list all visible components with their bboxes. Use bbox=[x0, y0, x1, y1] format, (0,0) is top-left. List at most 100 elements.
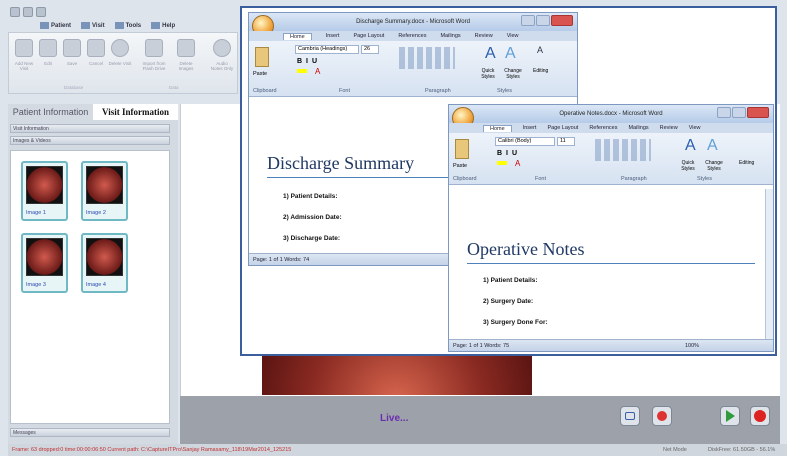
vertical-scrollbar[interactable] bbox=[765, 189, 773, 339]
format-buttons[interactable]: BIU bbox=[297, 58, 321, 65]
app-menu-tabs: Patient Visit Tools Help bbox=[40, 22, 175, 29]
tab-references[interactable]: References bbox=[589, 125, 617, 131]
stop-icon bbox=[754, 410, 766, 422]
quick-styles-icon[interactable]: A bbox=[685, 137, 696, 155]
play-button[interactable] bbox=[720, 406, 740, 426]
tab-mailings[interactable]: Mailings bbox=[628, 125, 648, 131]
help-icon bbox=[151, 22, 161, 29]
status-bar: Frame: 63 dropped:0 time:00:00:06:50 Cur… bbox=[8, 444, 787, 456]
tab-tools[interactable]: Tools bbox=[114, 22, 141, 29]
minimize-button[interactable] bbox=[521, 15, 535, 26]
tab-mailings[interactable]: Mailings bbox=[440, 33, 460, 39]
edit-button[interactable] bbox=[39, 39, 57, 57]
paste-icon[interactable] bbox=[255, 47, 269, 67]
image-thumbnail[interactable]: Image 1 bbox=[21, 161, 68, 221]
app-icon[interactable] bbox=[10, 7, 20, 17]
list-item: 3) Surgery Done For: bbox=[483, 319, 548, 326]
delete-visit-button[interactable] bbox=[111, 39, 129, 57]
capture-image-button[interactable] bbox=[620, 406, 640, 426]
word-ribbon-tabs: Home Insert Page Layout References Maili… bbox=[449, 123, 773, 133]
font-color-icon[interactable]: A bbox=[315, 67, 320, 76]
list-item: 1) Patient Details: bbox=[483, 277, 538, 284]
thumbnail-image bbox=[26, 238, 63, 276]
close-button[interactable] bbox=[551, 15, 573, 26]
images-videos-header[interactable]: Images & Videos bbox=[10, 136, 170, 145]
visit-icon bbox=[81, 22, 91, 29]
word-ribbon: Paste Calibri (Body) 11 BIU A A A Quick … bbox=[449, 133, 773, 185]
thumbnail-image bbox=[86, 238, 123, 276]
font-name-box[interactable]: Calibri (Body) bbox=[495, 137, 555, 146]
paragraph-controls[interactable] bbox=[595, 139, 651, 161]
add-visit-button[interactable] bbox=[15, 39, 33, 57]
live-video-feed bbox=[262, 355, 532, 395]
tab-references[interactable]: References bbox=[398, 33, 426, 39]
word-status-bar: Page: 1 of 1 Words: 75 100% bbox=[449, 339, 773, 351]
tab-visit-information[interactable]: Visit Information bbox=[93, 104, 178, 120]
font-color-icon[interactable]: A bbox=[515, 159, 520, 168]
play-icon bbox=[725, 410, 735, 422]
maximize-button[interactable] bbox=[732, 107, 746, 118]
undo-icon[interactable] bbox=[36, 7, 46, 17]
tab-patient[interactable]: Patient bbox=[40, 22, 71, 29]
patient-icon bbox=[40, 22, 49, 29]
tab-home[interactable]: Home bbox=[483, 124, 512, 132]
document-heading: Operative Notes bbox=[467, 239, 585, 259]
messages-header[interactable]: Messages bbox=[10, 428, 170, 437]
tab-help[interactable]: Help bbox=[151, 22, 175, 29]
image-thumbnail[interactable]: Image 2 bbox=[81, 161, 128, 221]
thumbnail-image bbox=[86, 166, 123, 204]
tab-view[interactable]: View bbox=[689, 125, 701, 131]
maximize-button[interactable] bbox=[536, 15, 550, 26]
tab-insert[interactable]: Insert bbox=[523, 125, 537, 131]
format-buttons[interactable]: BIU bbox=[497, 150, 521, 157]
record-icon bbox=[657, 411, 667, 421]
heading-rule bbox=[467, 263, 755, 264]
tab-home[interactable]: Home bbox=[283, 32, 312, 40]
highlight-icon[interactable] bbox=[297, 69, 307, 73]
word-ribbon-tabs: Home Insert Page Layout References Maili… bbox=[249, 31, 577, 41]
font-size-box[interactable]: 26 bbox=[361, 45, 379, 54]
document-heading: Discharge Summary bbox=[267, 153, 415, 173]
document-page[interactable]: Operative Notes 1) Patient Details: 2) S… bbox=[453, 189, 759, 337]
image-thumbnail[interactable]: Image 3 bbox=[21, 233, 68, 293]
visit-information-header[interactable]: Visit Information bbox=[10, 124, 170, 133]
font-size-box[interactable]: 11 bbox=[557, 137, 575, 146]
image-thumbnail[interactable]: Image 4 bbox=[81, 233, 128, 293]
record-button[interactable] bbox=[652, 406, 672, 426]
close-button[interactable] bbox=[747, 107, 769, 118]
window-controls bbox=[521, 15, 573, 27]
change-styles-icon[interactable]: A bbox=[505, 45, 516, 63]
tab-patient-information[interactable]: Patient Information bbox=[8, 104, 93, 120]
thumbnail-grid: Image 1 Image 2 Image 3 Image 4 bbox=[10, 150, 170, 424]
word-window-overlay: Discharge Summary.docx - Microsoft Word … bbox=[240, 6, 777, 356]
quick-styles-icon[interactable]: A bbox=[485, 45, 496, 63]
operative-word-window: Operative Notes.docx - Microsoft Word Ho… bbox=[448, 104, 774, 352]
tab-page-layout[interactable]: Page Layout bbox=[353, 33, 384, 39]
find-icon[interactable]: A bbox=[537, 45, 543, 55]
paragraph-controls[interactable] bbox=[399, 47, 455, 69]
change-styles-icon[interactable]: A bbox=[707, 137, 718, 155]
list-item: 3) Discharge Date: bbox=[283, 235, 341, 242]
stop-button[interactable] bbox=[750, 406, 770, 426]
font-name-box[interactable]: Cambria (Headings) bbox=[295, 45, 359, 54]
tab-insert[interactable]: Insert bbox=[326, 33, 340, 39]
tab-review[interactable]: Review bbox=[475, 33, 493, 39]
delete-images-button[interactable] bbox=[177, 39, 195, 57]
cancel-button[interactable] bbox=[87, 39, 105, 57]
tab-review[interactable]: Review bbox=[660, 125, 678, 131]
save-button[interactable] bbox=[63, 39, 81, 57]
tab-view[interactable]: View bbox=[507, 33, 519, 39]
import-button[interactable] bbox=[145, 39, 163, 57]
window-controls bbox=[717, 107, 769, 119]
panel-tabs: Patient Information Visit Information bbox=[8, 104, 178, 120]
word-ribbon: Paste Cambria (Headings) 26 BIU A A A Qu… bbox=[249, 41, 577, 97]
audio-notes-button[interactable] bbox=[213, 39, 231, 57]
paste-icon[interactable] bbox=[455, 139, 469, 159]
highlight-icon[interactable] bbox=[497, 161, 507, 165]
tools-icon bbox=[114, 22, 124, 29]
minimize-button[interactable] bbox=[717, 107, 731, 118]
zoom-level[interactable]: 100% bbox=[685, 340, 699, 352]
save-icon[interactable] bbox=[23, 7, 33, 17]
tab-visit[interactable]: Visit bbox=[81, 22, 105, 29]
tab-page-layout[interactable]: Page Layout bbox=[547, 125, 578, 131]
